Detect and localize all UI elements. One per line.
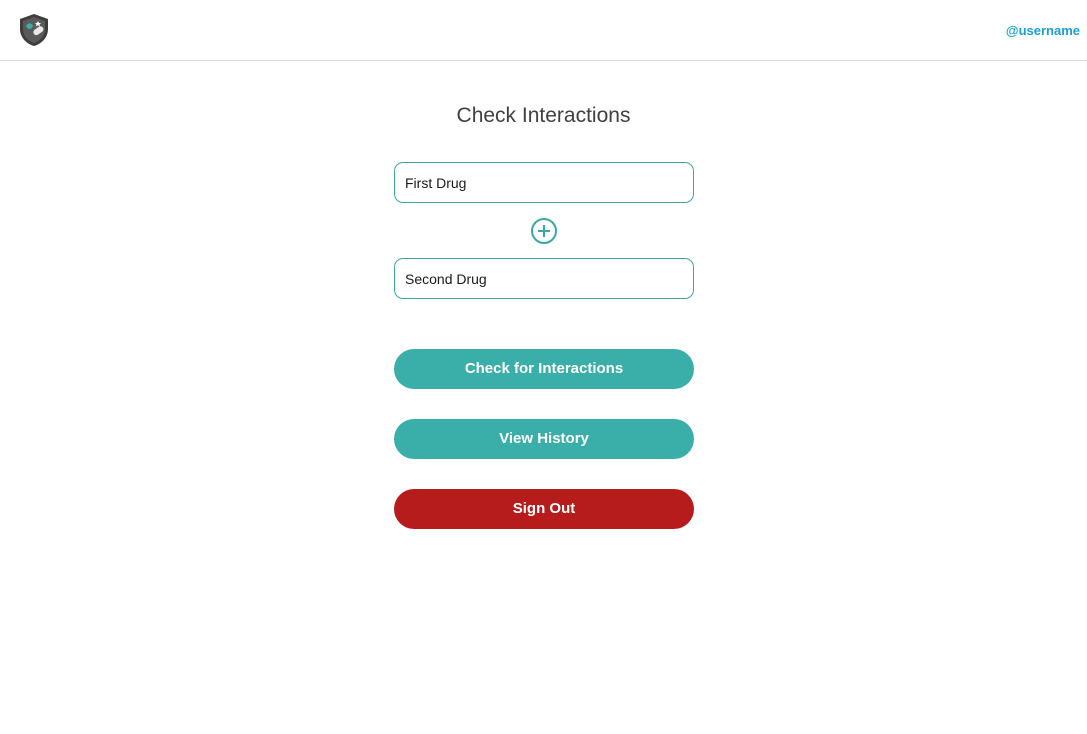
view-history-button[interactable]: View History — [394, 419, 694, 459]
sign-out-button[interactable]: Sign Out — [394, 489, 694, 529]
check-interactions-button[interactable]: Check for Interactions — [394, 349, 694, 389]
username-link[interactable]: @username — [1006, 23, 1080, 38]
app-header: @username — [0, 0, 1087, 61]
shield-leaf-pill-icon[interactable] — [18, 13, 50, 47]
second-drug-input[interactable] — [394, 258, 694, 299]
plus-circle-icon[interactable] — [530, 217, 558, 245]
first-drug-input[interactable] — [394, 162, 694, 203]
page-title: Check Interactions — [456, 104, 631, 127]
